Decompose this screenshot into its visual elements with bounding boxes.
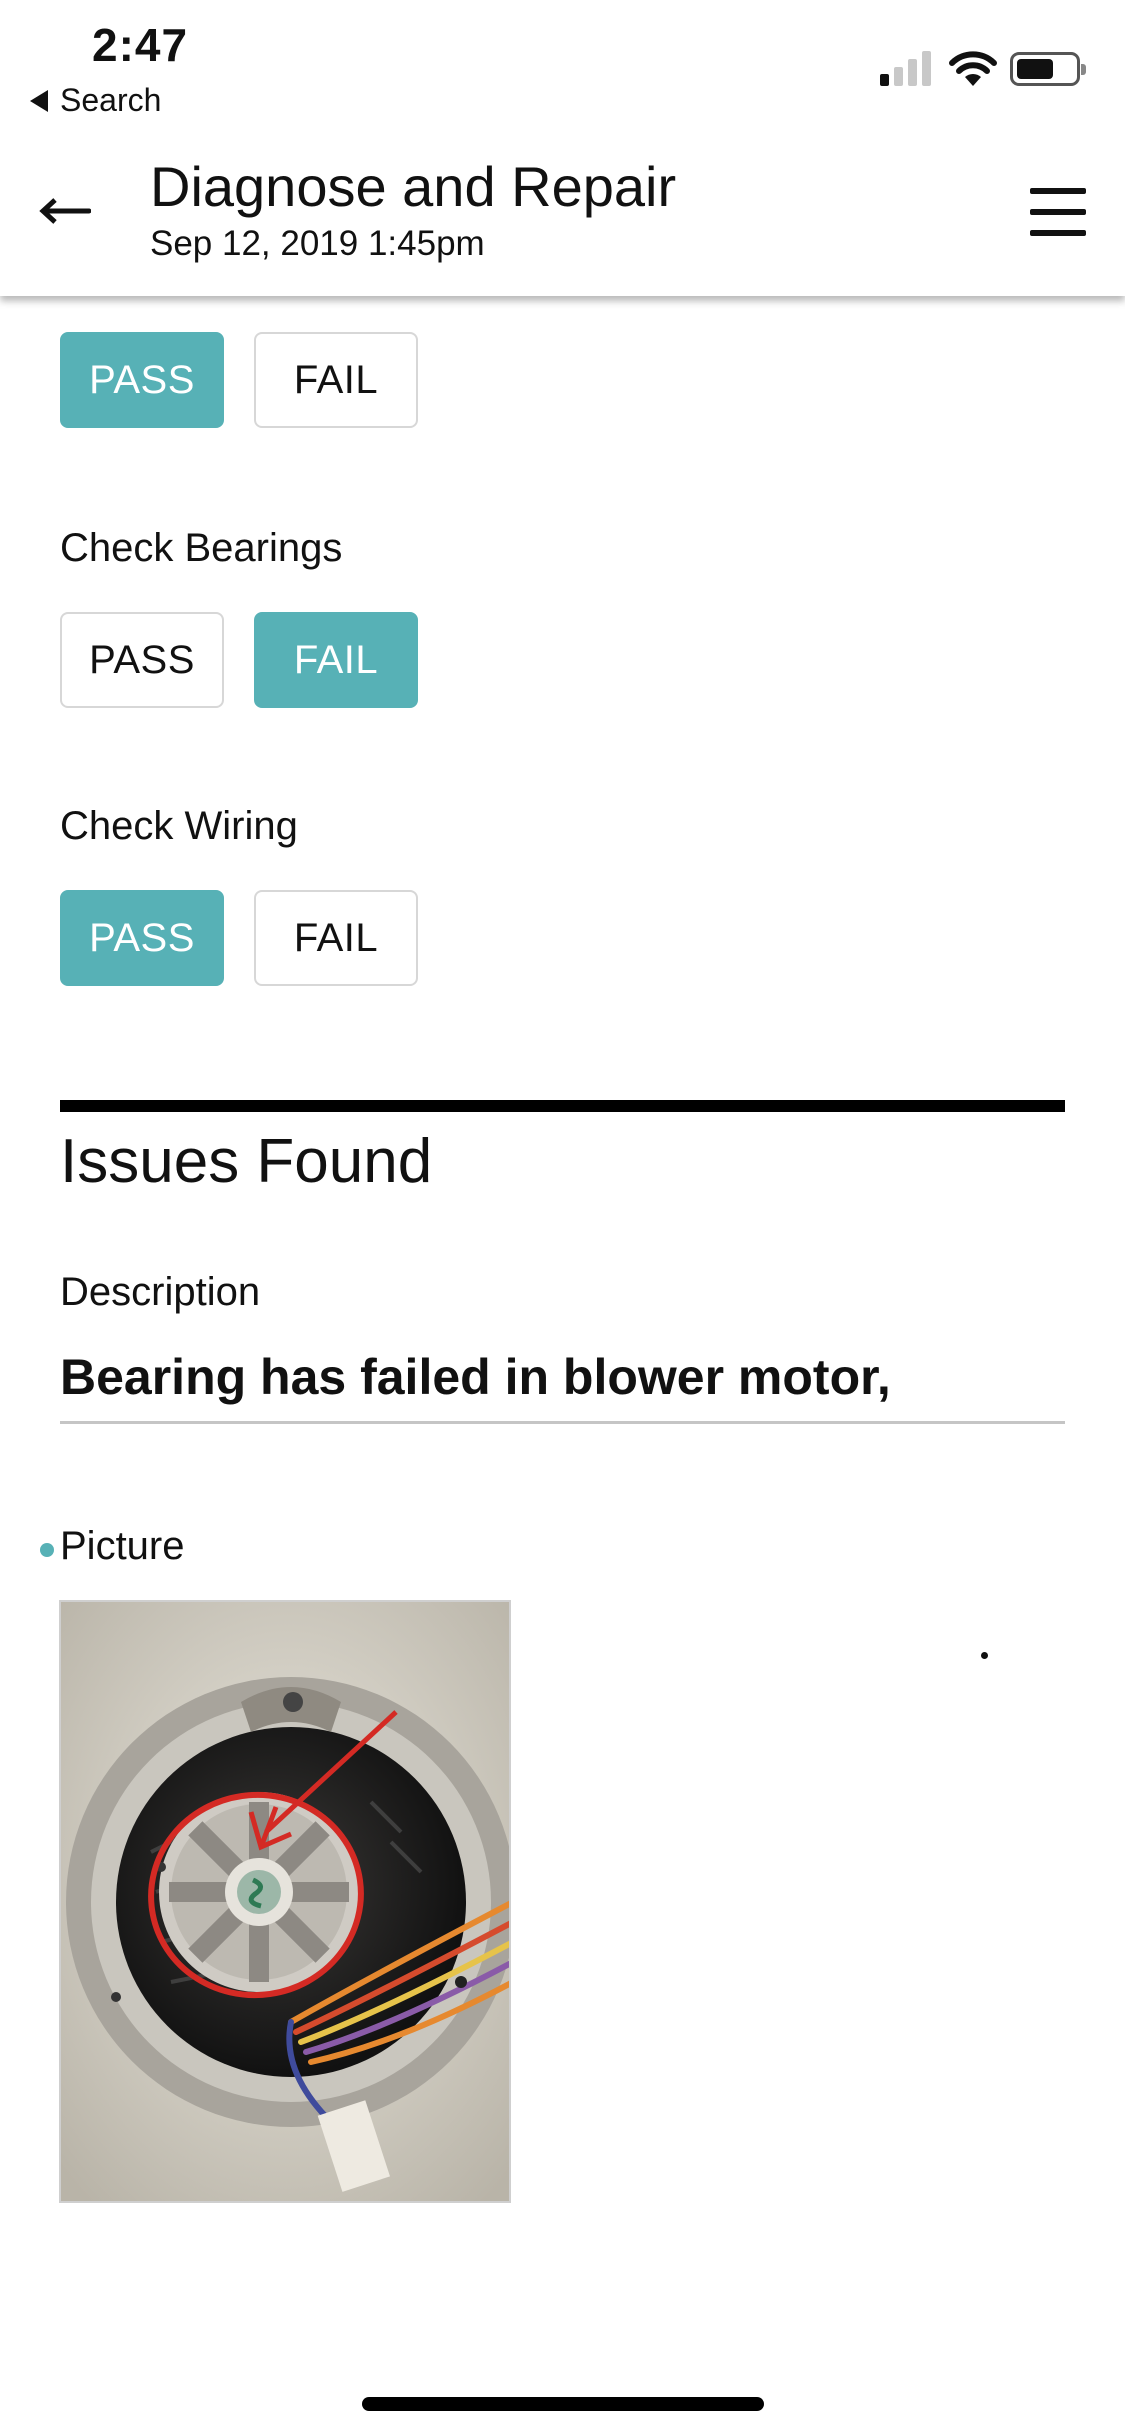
first-check-fail-button[interactable]: FAIL bbox=[254, 332, 418, 428]
back-triangle-icon bbox=[30, 89, 48, 112]
description-label: Description bbox=[60, 1270, 261, 1314]
wifi-icon bbox=[949, 51, 997, 86]
check-bearings-fail-button[interactable]: FAIL bbox=[254, 612, 418, 708]
description-underline bbox=[60, 1421, 1065, 1424]
stray-mark bbox=[981, 1652, 988, 1659]
home-indicator[interactable] bbox=[362, 2397, 764, 2411]
cellular-signal-icon bbox=[880, 50, 936, 86]
check-wiring-pass-button[interactable]: PASS bbox=[60, 890, 224, 986]
issues-section-title: Issues Found bbox=[60, 1127, 433, 1196]
hamburger-menu-icon[interactable] bbox=[1030, 188, 1086, 236]
back-app-label: Search bbox=[60, 82, 162, 118]
app-header: Diagnose and Repair Sep 12, 2019 1:45pm bbox=[0, 132, 1125, 296]
status-bar: 2:47 Search bbox=[0, 0, 1125, 132]
first-check-pass-button[interactable]: PASS bbox=[60, 332, 224, 428]
check-bearings-label: Check Bearings bbox=[60, 526, 343, 570]
motor-photo[interactable] bbox=[59, 1600, 511, 2203]
page-subtitle-timestamp: Sep 12, 2019 1:45pm bbox=[150, 224, 485, 263]
check-bearings-pass-button[interactable]: PASS bbox=[60, 612, 224, 708]
back-to-app-link[interactable]: Search bbox=[30, 82, 161, 119]
description-input[interactable]: Bearing has failed in blower motor, bbox=[60, 1348, 891, 1406]
picture-label: Picture bbox=[60, 1524, 185, 1568]
battery-icon bbox=[1010, 52, 1086, 86]
page-title: Diagnose and Repair bbox=[150, 155, 677, 218]
check-wiring-toggle: PASS FAIL bbox=[60, 890, 418, 986]
required-indicator-dot bbox=[40, 1543, 54, 1557]
check-wiring-label: Check Wiring bbox=[60, 804, 298, 848]
back-arrow-icon[interactable] bbox=[36, 188, 94, 234]
section-divider bbox=[60, 1100, 1065, 1112]
status-time: 2:47 bbox=[92, 19, 189, 71]
check-wiring-fail-button[interactable]: FAIL bbox=[254, 890, 418, 986]
first-check-toggle: PASS FAIL bbox=[60, 332, 418, 428]
check-bearings-toggle: PASS FAIL bbox=[60, 612, 418, 708]
